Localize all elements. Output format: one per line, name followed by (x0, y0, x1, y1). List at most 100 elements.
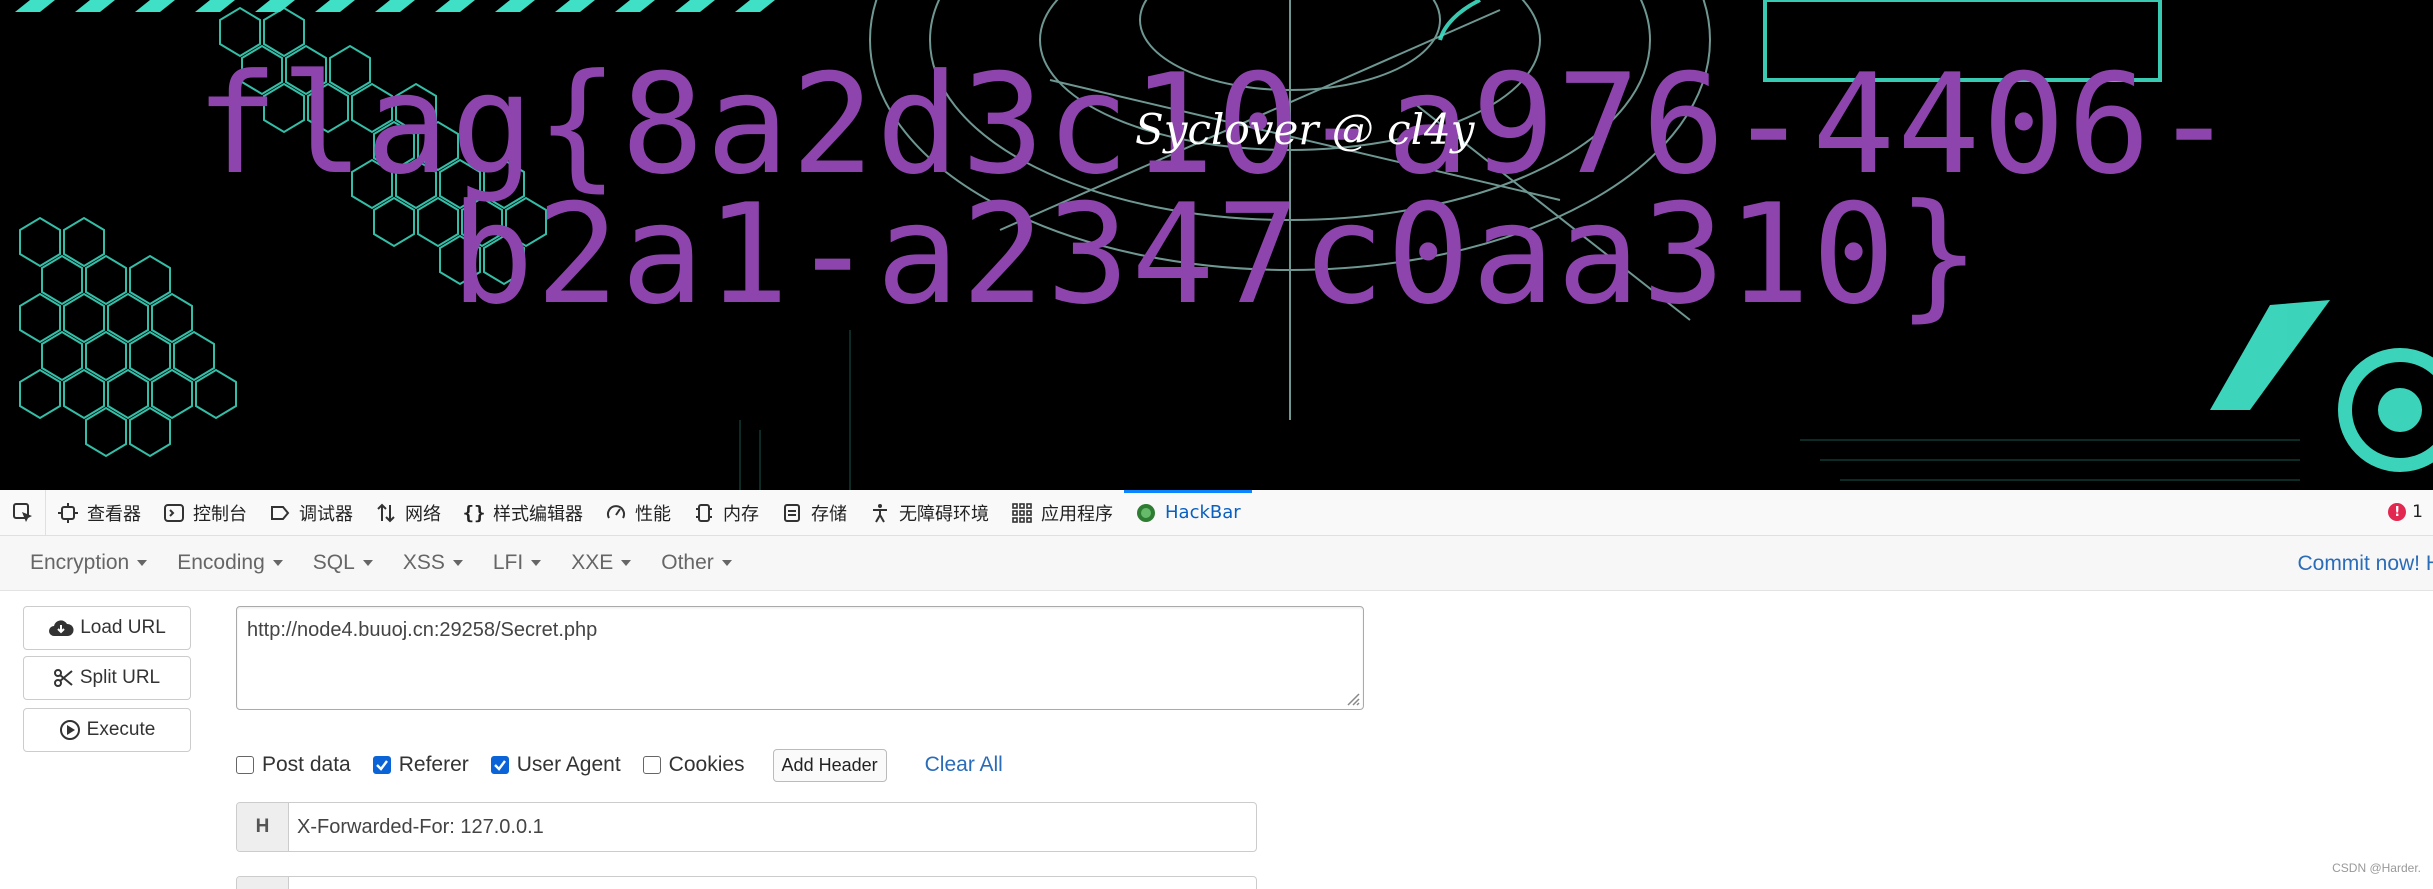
tab-label: 样式编辑器 (493, 503, 583, 525)
hackbar-menu: Encryption Encoding SQL XSS LFI XXE Othe… (0, 536, 2433, 591)
tab-performance[interactable]: 性能 (594, 490, 682, 536)
error-count-badge[interactable]: ! 1 (2388, 502, 2423, 522)
caret-down-icon (531, 560, 542, 566)
tab-label: 无障碍环境 (899, 503, 989, 525)
user-agent-label: User Agent (516, 753, 621, 776)
resize-handle-icon[interactable] (1346, 692, 1360, 706)
storage-icon (781, 502, 803, 524)
menu-label: XXE (571, 551, 614, 574)
header-input[interactable] (289, 877, 1256, 889)
menu-label: Encoding (177, 551, 265, 574)
caret-down-icon (621, 560, 632, 566)
performance-icon (605, 502, 627, 524)
checkmark-icon (493, 760, 506, 771)
tab-memory[interactable]: 内存 (682, 490, 770, 536)
header-row-empty (236, 876, 1257, 889)
tab-console[interactable]: 控制台 (152, 490, 258, 536)
tab-label: 控制台 (193, 503, 247, 525)
menu-label: SQL (312, 551, 355, 574)
tab-hackbar[interactable]: HackBar (1124, 489, 1252, 536)
menu-other[interactable]: Other (661, 551, 732, 575)
tab-label: 存储 (811, 503, 847, 525)
play-icon (59, 720, 80, 740)
post-data-checkbox[interactable] (236, 756, 254, 774)
cookies-option[interactable]: Cookies (642, 753, 745, 777)
debugger-icon (269, 502, 291, 524)
tab-label: 查看器 (87, 503, 141, 525)
post-data-option[interactable]: Post data (236, 753, 351, 777)
caret-down-icon (137, 560, 148, 566)
menu-lfi[interactable]: LFI (492, 551, 542, 575)
caret-down-icon (362, 560, 373, 566)
user-agent-option[interactable]: User Agent (490, 753, 621, 777)
page-content: flag{8a2d3c10-a976-4406-b2a1-a2347c0aa31… (0, 0, 2433, 490)
header-tag: H (237, 803, 289, 851)
header-row: H X-Forwarded-For: 127.0.0.1 (236, 802, 1257, 852)
network-icon (375, 502, 397, 524)
element-picker-button[interactable] (0, 489, 46, 536)
tab-label: 内存 (723, 503, 759, 525)
referer-checkbox[interactable] (372, 756, 391, 774)
execute-button[interactable]: Execute (23, 708, 191, 752)
error-icon: ! (2388, 503, 2407, 521)
scissors-icon (53, 669, 73, 687)
split-url-label: Split URL (79, 667, 161, 688)
user-agent-checkbox[interactable] (490, 756, 509, 774)
post-data-label: Post data (262, 753, 351, 776)
cloud-download-icon (49, 620, 74, 636)
caret-down-icon (272, 560, 283, 566)
commit-link[interactable]: Commit now! H (2297, 552, 2433, 576)
style-editor-icon: {} (462, 501, 486, 524)
clear-all-link[interactable]: Clear All (925, 753, 1003, 777)
menu-encoding[interactable]: Encoding (177, 551, 283, 575)
add-header-button[interactable]: Add Header (772, 748, 887, 782)
hackbar-icon (1135, 502, 1157, 524)
console-icon (163, 502, 185, 524)
tab-label: 网络 (405, 503, 441, 525)
execute-label: Execute (86, 719, 156, 740)
header-input[interactable]: X-Forwarded-For: 127.0.0.1 (289, 803, 1256, 851)
tab-debugger[interactable]: 调试器 (258, 490, 364, 536)
tab-style-editor[interactable]: {} 样式编辑器 (452, 490, 594, 536)
options-row: Post data Referer User Agent Cookies Add… (236, 748, 1003, 782)
application-icon (1011, 502, 1033, 524)
inspector-icon (57, 502, 79, 524)
tab-label: 性能 (635, 503, 671, 525)
tab-network[interactable]: 网络 (364, 490, 452, 536)
menu-label: XSS (402, 551, 445, 574)
menu-xss[interactable]: XSS (403, 551, 463, 575)
tab-application[interactable]: 应用程序 (1000, 490, 1124, 536)
signature-text: Syclover @ cl4y (1135, 105, 1475, 154)
menu-xxe[interactable]: XXE (571, 551, 632, 575)
load-url-button[interactable]: Load URL (23, 606, 191, 650)
tab-label: 调试器 (299, 503, 353, 525)
caret-down-icon (452, 560, 463, 566)
tab-accessibility[interactable]: 无障碍环境 (858, 490, 1000, 536)
menu-label: Encryption (30, 551, 130, 574)
menu-label: LFI (492, 551, 524, 574)
referer-label: Referer (398, 753, 469, 776)
menu-encryption[interactable]: Encryption (30, 551, 148, 575)
error-count: 1 (2412, 502, 2423, 522)
caret-down-icon (721, 560, 732, 566)
header-tag (237, 877, 289, 889)
tab-label: HackBar (1165, 502, 1241, 523)
tab-storage[interactable]: 存储 (770, 490, 858, 536)
devtools-toolbar: 查看器 控制台 调试器 网络 {} 样式编辑器 性能 内存 存储 无障碍环境 应… (0, 489, 2433, 536)
url-value: http://node4.buuoj.cn:29258/Secret.php (247, 619, 598, 641)
tab-inspector[interactable]: 查看器 (46, 490, 152, 536)
menu-label: Other (661, 551, 714, 574)
cookies-checkbox[interactable] (642, 756, 661, 774)
flag-text: flag{8a2d3c10-a976-4406-b2a1-a2347c0aa31… (195, 44, 2238, 335)
load-url-label: Load URL (80, 617, 166, 638)
element-picker-icon (12, 502, 32, 522)
watermark: CSDN @Harder. (2332, 861, 2421, 875)
accessibility-icon (869, 502, 891, 524)
split-url-button[interactable]: Split URL (23, 656, 191, 700)
tab-label: 应用程序 (1041, 503, 1113, 525)
url-textarea[interactable]: http://node4.buuoj.cn:29258/Secret.php (236, 606, 1364, 710)
cookies-label: Cookies (668, 753, 745, 776)
referer-option[interactable]: Referer (372, 753, 469, 777)
menu-sql[interactable]: SQL (313, 551, 373, 575)
checkmark-icon (375, 760, 388, 771)
